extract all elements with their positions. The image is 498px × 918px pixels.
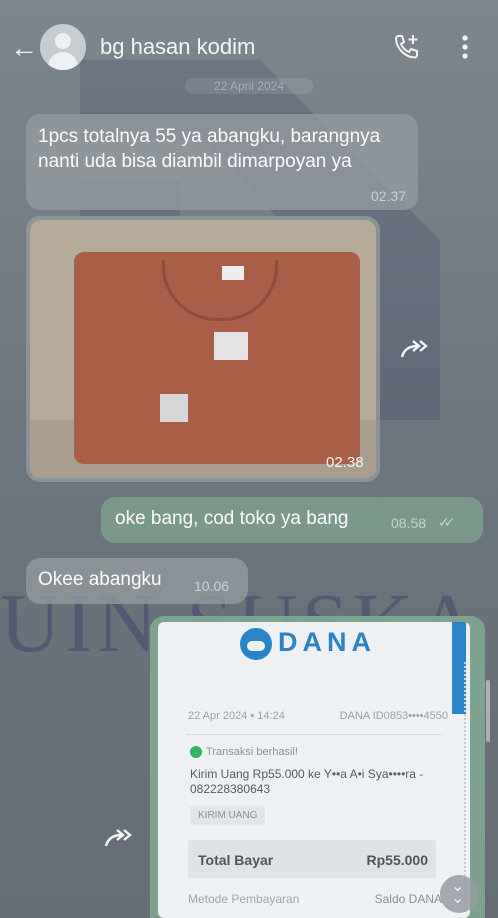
message-incoming-image[interactable]: [26, 216, 380, 482]
message-incoming-image[interactable]: DANA 22 Apr 2024 • 14:24 DANA ID0853••••…: [150, 616, 485, 918]
total-label: Total Bayar: [198, 852, 274, 868]
read-ticks-icon: ✓✓: [438, 514, 456, 530]
receipt-status: Transaksi berhasil!: [206, 746, 298, 758]
message-time: 02.37: [370, 188, 406, 204]
message-incoming[interactable]: 1pcs totalnya 55 ya abangku, barangnya n…: [26, 114, 418, 210]
message-incoming[interactable]: Okee abangku 10.06: [26, 558, 248, 604]
divider: [186, 734, 442, 735]
shirt-photo[interactable]: [30, 220, 376, 478]
message-time: 10.06: [194, 578, 230, 594]
scroll-to-bottom-button[interactable]: ⌄ ⌄: [440, 875, 478, 913]
chat-header: ← bg hasan kodim: [0, 18, 498, 78]
method-label: Metode Pembayaran: [188, 892, 300, 906]
chevron-double-down-icon: ⌄ ⌄: [451, 878, 465, 907]
dana-receipt-image[interactable]: DANA 22 Apr 2024 • 14:24 DANA ID0853••••…: [158, 622, 470, 918]
message-time: 08.58: [391, 515, 427, 531]
forward-icon[interactable]: [102, 826, 136, 850]
message-text: 1pcs totalnya 55 ya abangku, barangnya n…: [38, 126, 381, 172]
total-value: Rp55.000: [366, 852, 428, 868]
receipt-total-row: Total Bayar Rp55.000: [188, 840, 436, 878]
receipt-type-tag: KIRIM UANG: [190, 806, 266, 825]
scrollbar-thumb[interactable]: [486, 680, 490, 742]
date-divider: 22 April 2024: [185, 78, 313, 94]
contact-name[interactable]: bg hasan kodim: [100, 34, 255, 60]
message-outgoing[interactable]: oke bang, cod toko ya bang 08.58 ✓✓: [101, 497, 483, 543]
receipt-description: Kirim Uang Rp55.000 ke Y••a A•i Sya••••r…: [190, 767, 424, 796]
check-circle-icon: [190, 746, 202, 758]
add-call-icon[interactable]: [392, 32, 422, 62]
message-text: oke bang, cod toko ya bang: [115, 508, 349, 529]
receipt-datetime: 22 Apr 2024 • 14:24: [188, 710, 285, 722]
avatar[interactable]: [40, 24, 86, 70]
forward-icon[interactable]: [398, 337, 432, 361]
message-time: 02.38: [326, 454, 364, 471]
receipt-dana-id: DANA ID0853••••4550: [339, 710, 448, 722]
message-text: Okee abangku: [38, 569, 162, 590]
more-vert-icon[interactable]: [455, 32, 475, 62]
method-value: Saldo DANA: [374, 892, 442, 906]
arrow-left-icon[interactable]: ←: [10, 32, 38, 64]
